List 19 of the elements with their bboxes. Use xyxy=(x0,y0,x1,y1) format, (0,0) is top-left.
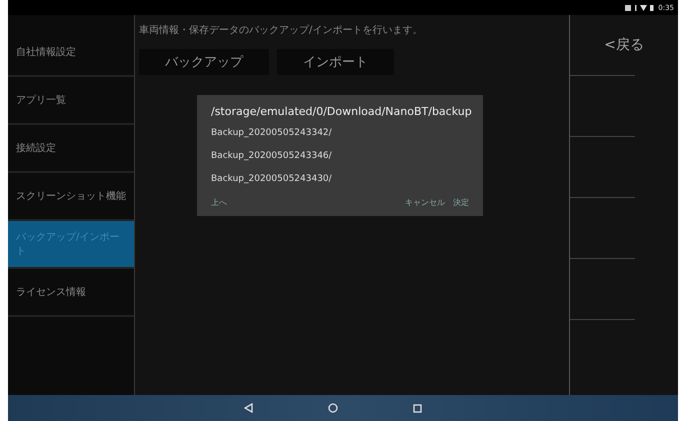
folder-item[interactable]: Backup_20200505243430/ xyxy=(211,174,469,184)
back-icon[interactable] xyxy=(244,403,253,413)
status-icons xyxy=(625,4,656,12)
sidebar-item[interactable]: 自社情報設定 xyxy=(8,29,134,77)
sidebar-item[interactable]: 接続設定 xyxy=(8,125,134,173)
up-button[interactable]: 上へ xyxy=(211,197,227,208)
action-button[interactable]: バックアップ xyxy=(139,49,269,75)
sidebar-item[interactable]: アプリ一覧 xyxy=(8,77,134,125)
action-button[interactable]: インポート xyxy=(277,49,394,75)
back-button[interactable]: <戻る xyxy=(570,15,678,75)
home-icon[interactable] xyxy=(328,403,338,413)
cancel-button[interactable]: キャンセル xyxy=(405,197,445,208)
folder-item[interactable]: Backup_20200505243346/ xyxy=(211,151,469,161)
dialog-title: /storage/emulated/0/Download/NanoBT/backup xyxy=(211,105,469,118)
sidebar-item[interactable]: ライセンス情報 xyxy=(8,269,134,317)
description-text: 車両情報・保存データのバックアップ/インポートを行います。 xyxy=(139,24,422,37)
ok-button[interactable]: 決定 xyxy=(453,197,469,208)
recents-icon[interactable] xyxy=(413,404,422,412)
folder-item[interactable]: Backup_20200505243342/ xyxy=(211,128,469,138)
